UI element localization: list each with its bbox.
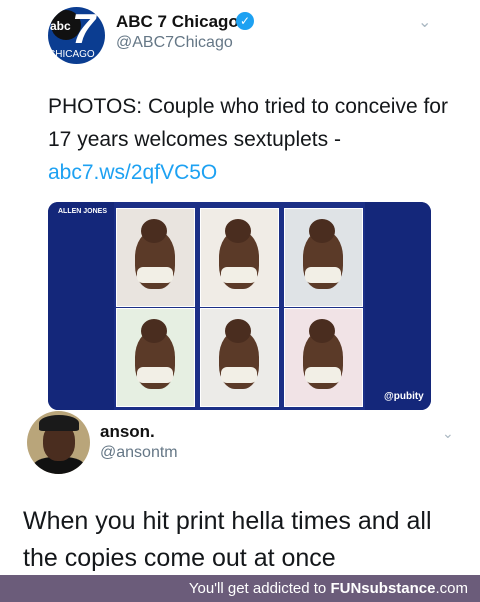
avatar-hat [39, 415, 79, 431]
card-right-panel [365, 202, 431, 410]
verified-badge-icon: ✓ [236, 12, 254, 30]
baby-diaper [137, 267, 173, 283]
tweet-link[interactable]: abc7.ws/2qfVC5O [48, 161, 217, 184]
photo-caption: ALLEN JONES [58, 208, 108, 215]
baby-photo[interactable] [116, 308, 195, 407]
baby-head [225, 219, 251, 243]
reply-author-handle[interactable]: @ansontm [100, 444, 178, 462]
reply-text: When you hit print hella times and all t… [23, 507, 432, 572]
pubity-watermark: @pubity [384, 391, 424, 402]
baby-diaper [221, 367, 257, 383]
banner-text: You'll get addicted to FUNsubstance.com [189, 580, 468, 597]
funsubstance-banner[interactable]: You'll get addicted to FUNsubstance.com [0, 575, 480, 602]
tweet-body: PHOTOS: Couple who tried to conceive for… [48, 95, 448, 151]
baby-head [309, 319, 335, 343]
banner-prefix: You'll get addicted to [188, 580, 331, 597]
tweet-photo-card[interactable] [48, 202, 431, 410]
baby-head [141, 319, 167, 343]
tweet-text: PHOTOS: Couple who tried to conceive for… [48, 90, 448, 189]
tweet-author-name[interactable]: ABC 7 Chicago [116, 12, 239, 32]
abc-logo-text: abc [50, 19, 71, 33]
reply-author-name[interactable]: anson. [100, 422, 155, 442]
baby-head [225, 319, 251, 343]
abc7-avatar[interactable]: abc 7 CHICAGO [48, 7, 105, 64]
reply-menu-chevron-icon[interactable]: ⌄ [442, 425, 454, 442]
baby-head [141, 219, 167, 243]
baby-photo[interactable] [200, 308, 279, 407]
card-left-panel [48, 202, 114, 410]
baby-head [309, 219, 335, 243]
baby-diaper [305, 267, 341, 283]
tweet-menu-chevron-icon[interactable]: ⌄ [418, 12, 431, 32]
anson-avatar[interactable] [27, 411, 90, 474]
baby-photo[interactable] [116, 208, 195, 307]
baby-photo[interactable] [284, 208, 363, 307]
banner-suffix: .com [435, 580, 468, 597]
baby-diaper [137, 367, 173, 383]
chicago-logo-text: CHICAGO [48, 49, 95, 60]
baby-diaper [221, 267, 257, 283]
tweet-author-handle[interactable]: @ABC7Chicago [116, 34, 233, 52]
baby-diaper [305, 367, 341, 383]
banner-brand: FUNsubstance [330, 580, 436, 597]
baby-photo[interactable] [200, 208, 279, 307]
seven-logo-text: 7 [72, 7, 96, 52]
baby-photo[interactable] [284, 308, 363, 407]
